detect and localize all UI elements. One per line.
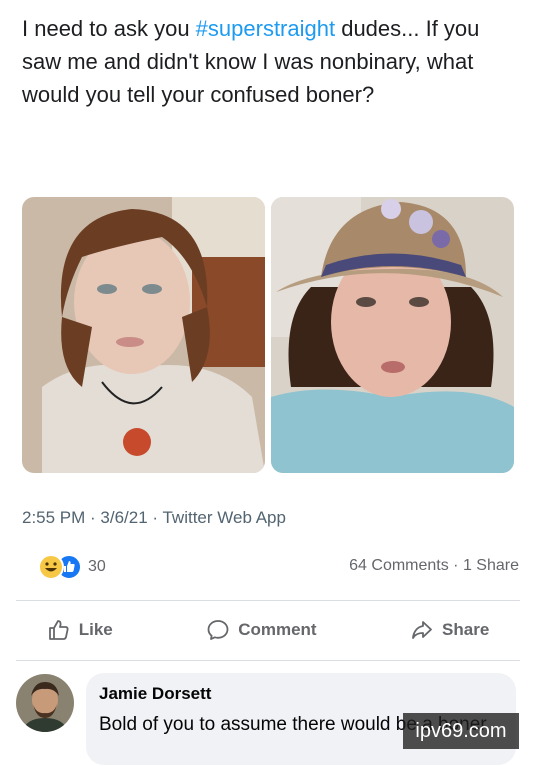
post-text-part1: I need to ask you	[22, 16, 196, 41]
action-bar: Like Comment Share	[0, 602, 536, 658]
haha-reaction-icon	[38, 554, 64, 580]
reaction-summary[interactable]: 30	[38, 554, 106, 580]
stats-separator: ·	[448, 557, 463, 574]
thumbs-up-icon	[48, 620, 69, 640]
comment-button[interactable]: Comment	[206, 618, 317, 642]
share-button[interactable]: Share	[410, 618, 489, 642]
avatar[interactable]	[16, 674, 74, 732]
divider-bottom	[16, 660, 520, 661]
comments-count-link[interactable]: 64 Comments	[349, 557, 449, 574]
share-label: Share	[442, 620, 490, 639]
comment-icon	[207, 620, 229, 640]
comment-author[interactable]: Jamie Dorsett	[99, 684, 211, 704]
post-photo-left[interactable]	[22, 197, 265, 473]
post-photo-right[interactable]	[271, 197, 514, 473]
comment-label: Comment	[238, 620, 317, 639]
engagement-stats: 64 Comments · 1 Share	[349, 557, 519, 575]
post-text: I need to ask you #superstraight dudes..…	[22, 12, 522, 111]
photo-grid	[22, 197, 514, 473]
hashtag-link[interactable]: #superstraight	[196, 16, 335, 41]
like-button[interactable]: Like	[47, 618, 113, 642]
shares-count-link[interactable]: 1 Share	[463, 557, 519, 574]
divider-top	[16, 600, 520, 601]
watermark: ipv69.com	[403, 713, 519, 749]
share-arrow-icon	[412, 621, 432, 639]
post-timestamp: 2:55 PM · 3/6/21 · Twitter Web App	[22, 508, 286, 527]
like-label: Like	[78, 620, 113, 639]
reaction-count: 30	[88, 558, 106, 575]
